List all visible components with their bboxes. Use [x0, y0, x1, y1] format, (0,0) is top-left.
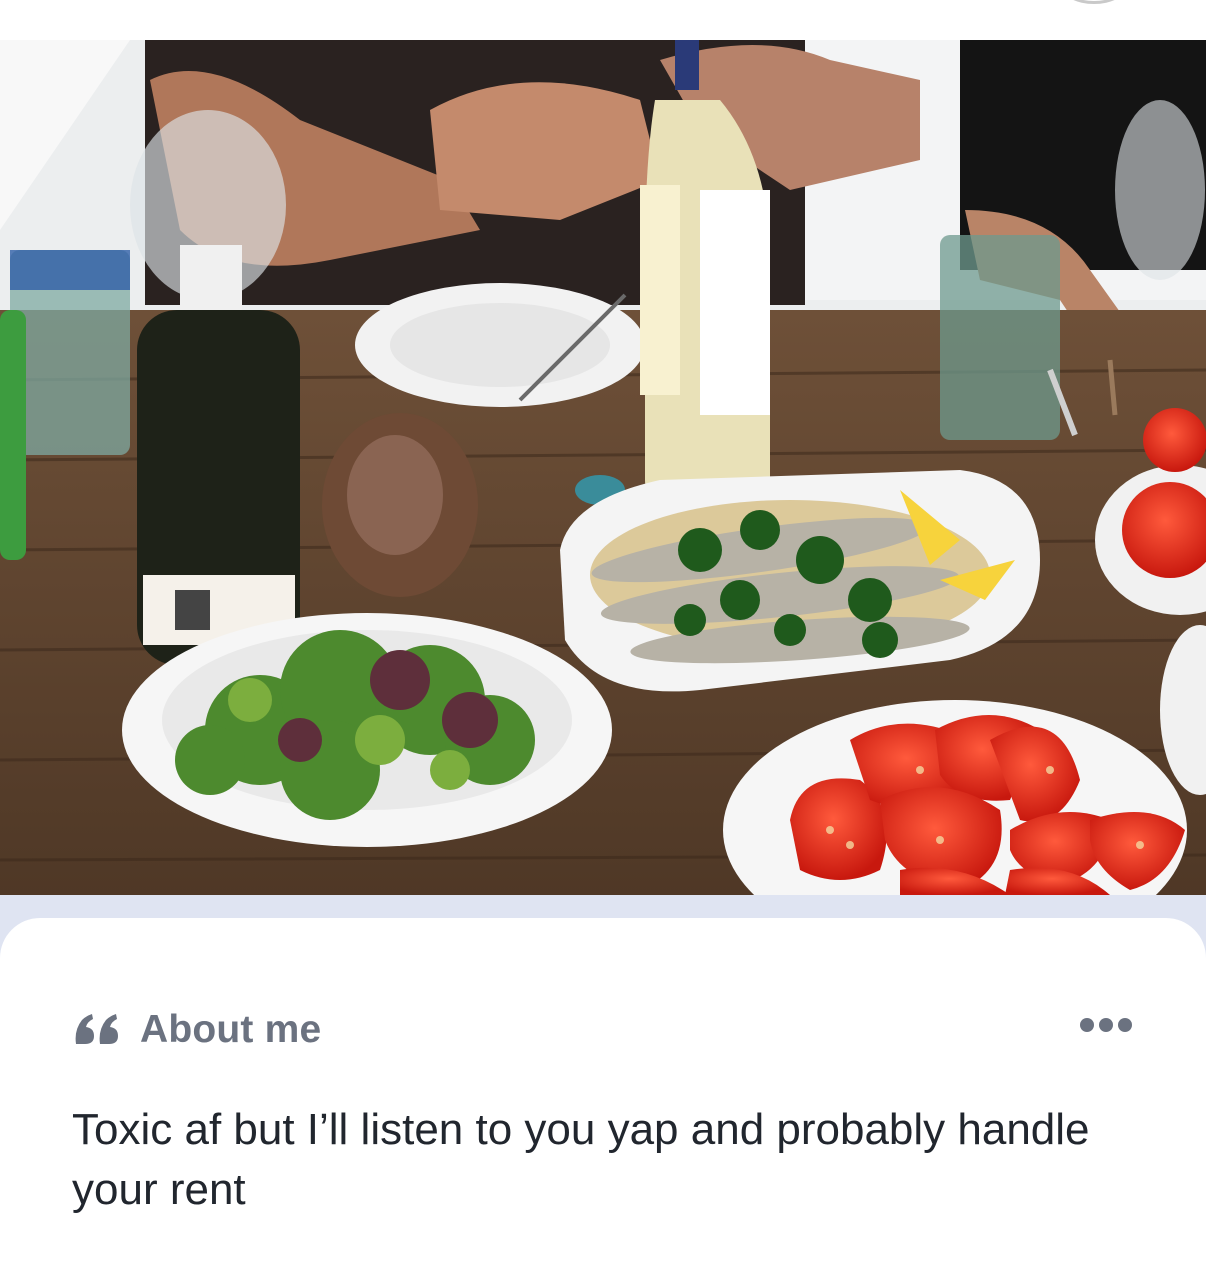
- more-options-button[interactable]: [1080, 1018, 1136, 1032]
- profile-photo[interactable]: [0, 40, 1206, 895]
- about-bio-text: Toxic af but I’ll listen to you yap and …: [72, 1105, 1090, 1214]
- more-options-icon-dot: [1099, 1018, 1113, 1032]
- quote-icon: [75, 1014, 118, 1044]
- about-header: About me: [72, 1008, 321, 1052]
- profile-screen: About me Toxic af but I’ll listen to you…: [0, 0, 1206, 1279]
- more-options-icon: [1080, 1018, 1094, 1032]
- about-title: About me: [140, 1008, 322, 1051]
- profile-photo-image: [0, 40, 1206, 895]
- avatar-edge[interactable]: [1062, 0, 1126, 4]
- about-me-card: About me Toxic af but I’ll listen to you…: [0, 918, 1206, 1279]
- top-bar: [0, 0, 1206, 40]
- more-options-icon-dot: [1118, 1018, 1132, 1032]
